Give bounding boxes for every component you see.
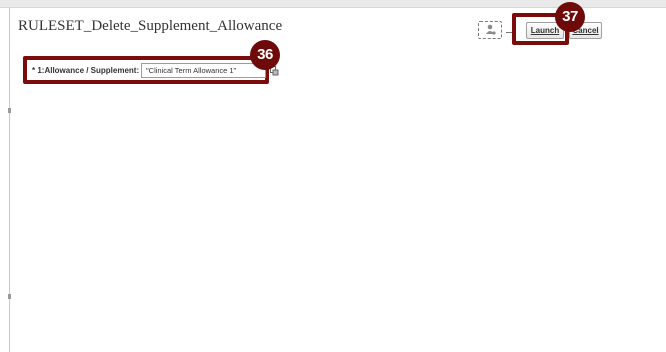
step-badge-launch: 37 [555, 2, 585, 32]
person-icon-graphic [486, 24, 496, 35]
left-divider-tick [8, 108, 11, 113]
person-icon[interactable] [478, 21, 502, 39]
left-divider [9, 8, 10, 352]
allowance-label: * 1:Allowance / Supplement: [32, 66, 140, 75]
left-divider-tick [8, 294, 11, 299]
page-title: RULESET_Delete_Supplement_Allowance [18, 18, 283, 34]
step-badge-field: 36 [250, 40, 280, 70]
allowance-field-highlight: * 1:Allowance / Supplement: [23, 56, 269, 84]
allowance-input[interactable] [141, 63, 266, 78]
